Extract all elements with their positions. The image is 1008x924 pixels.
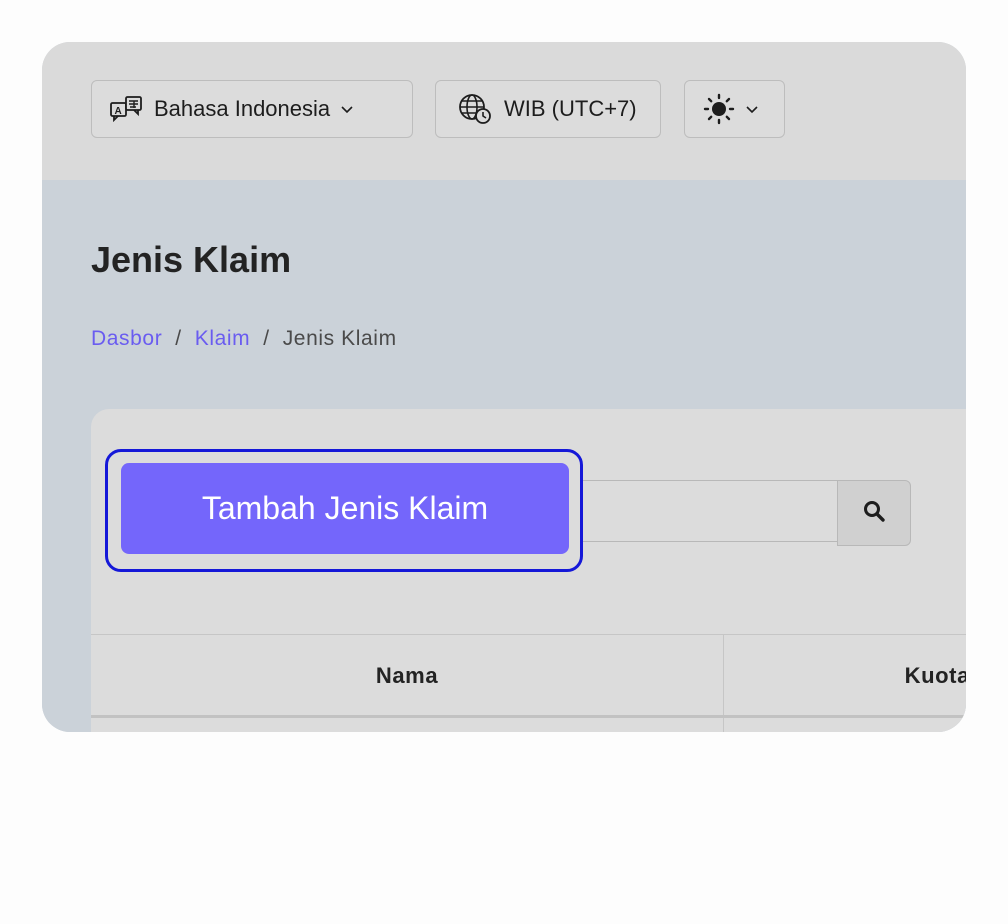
page-title: Jenis Klaim [91,239,292,280]
search-icon [862,499,886,528]
search-button[interactable] [837,480,911,546]
language-selector[interactable]: A Bahasa Indonesia [91,80,413,138]
column-divider [723,718,724,732]
breadcrumb-current: Jenis Klaim [282,327,397,350]
language-label: Bahasa Indonesia [154,96,331,121]
svg-text:A: A [115,106,122,117]
content-panel: Tambah Jenis Klaim Nama Kuota (Rp) [91,409,966,732]
breadcrumb: Dasbor / Klaim / Jenis Klaim [91,327,397,351]
chevron-down-icon [340,104,354,114]
theme-selector[interactable] [684,80,785,138]
main-content: Jenis Klaim Dasbor / Klaim / Jenis Klaim Tam… [42,180,966,732]
table-header: Nama Kuota (Rp) [91,634,966,718]
search-input[interactable] [561,480,839,542]
sun-icon [703,93,735,125]
breadcrumb-separator: / [263,327,270,350]
breadcrumb-separator: / [175,327,182,350]
timezone-selector[interactable]: WIB (UTC+7) [435,80,661,138]
translate-icon: A [110,96,144,122]
breadcrumb-dasbor[interactable]: Dasbor [91,327,162,350]
breadcrumb-klaim[interactable]: Klaim [195,327,251,350]
top-toolbar: A Bahasa Indonesia WIB (UTC+7) [42,42,966,180]
app-window: A Bahasa Indonesia WIB (UTC+7) Jenis Kla… [42,42,966,732]
globe-clock-icon [458,93,492,125]
chevron-down-icon [745,104,759,114]
add-claim-type-button[interactable]: Tambah Jenis Klaim [121,463,569,554]
timezone-label: WIB (UTC+7) [504,96,637,121]
column-header-nama[interactable]: Nama [91,635,723,716]
column-header-kuota[interactable]: Kuota (Rp) [723,635,966,716]
column-header-kuota-label: Kuota (Rp) [904,662,966,688]
